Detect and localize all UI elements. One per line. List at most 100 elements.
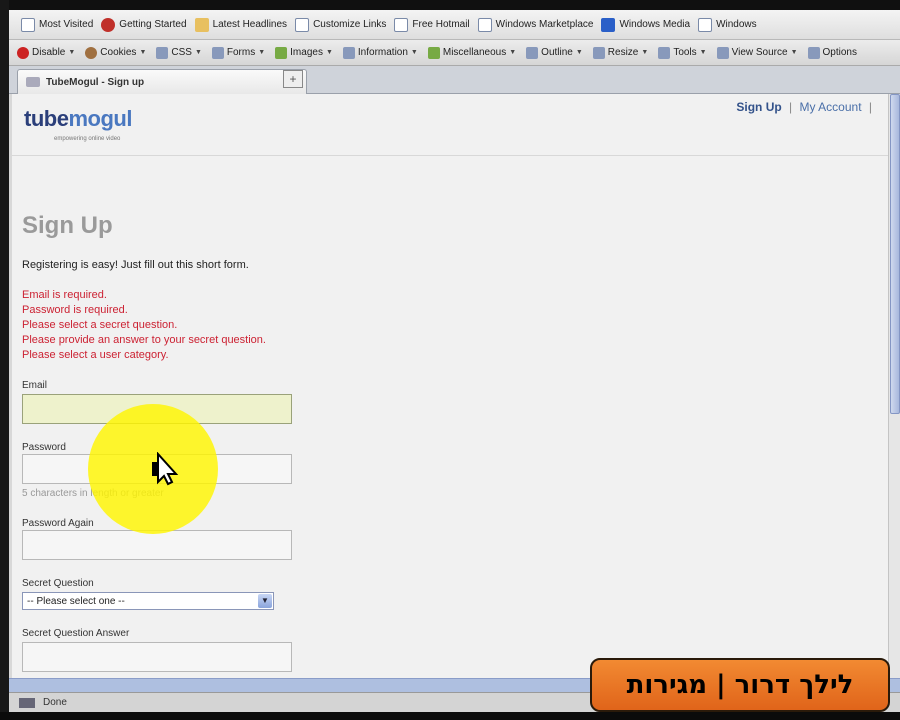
chevron-down-icon: ▼ <box>258 49 266 56</box>
devtools-label: Outline <box>541 47 573 58</box>
chevron-down-icon: ▼ <box>68 49 76 56</box>
scroll-thumb[interactable] <box>890 94 900 414</box>
forms-icon <box>211 46 224 59</box>
logo-tagline: empowering online video <box>54 136 121 142</box>
password-label: Password <box>22 442 66 453</box>
cookie-icon <box>85 46 98 59</box>
video-border-top <box>0 0 900 10</box>
page-icon <box>394 17 409 32</box>
email-label: Email <box>22 380 48 391</box>
devtools-label: CSS <box>171 47 192 58</box>
page-icon <box>477 17 492 32</box>
devtools-outline[interactable]: Outline ▼ <box>526 46 583 59</box>
logo-tube: tube <box>24 106 69 131</box>
devtools-label: Tools <box>673 47 697 58</box>
error-message: Email is required. <box>22 289 107 301</box>
bookmark-customize-links[interactable]: Customize Links <box>295 17 386 32</box>
browser-window: Most Visited Getting Started Latest Head… <box>0 0 900 720</box>
devtools-information[interactable]: Information ▼ <box>342 46 418 59</box>
chevron-down-icon: ▼ <box>641 49 649 56</box>
devtools-images[interactable]: Images ▼ <box>275 46 333 59</box>
status-text: Done <box>43 697 67 708</box>
intro-text: Registering is easy! Just fill out this … <box>22 259 249 271</box>
firefox-icon <box>101 17 116 32</box>
devtools-label: Disable <box>32 47 66 58</box>
page-icon <box>295 17 310 32</box>
bookmarks-toolbar: Most Visited Getting Started Latest Head… <box>9 10 900 40</box>
windows-media-icon <box>601 17 616 32</box>
bookmark-label: Latest Headlines <box>212 19 288 30</box>
chevron-down-icon: ▼ <box>139 49 147 56</box>
my-account-link[interactable]: My Account <box>800 100 862 114</box>
devtools-label: Images <box>290 47 323 58</box>
devtools-label: Resize <box>607 47 639 58</box>
bookmark-latest-headlines[interactable]: Latest Headlines <box>194 17 288 32</box>
sign-up-link[interactable]: Sign Up <box>736 100 781 114</box>
chevron-down-icon: ▼ <box>790 49 798 56</box>
devtools-options[interactable]: Options <box>807 46 857 59</box>
devtools-view-source[interactable]: View Source ▼ <box>716 46 798 59</box>
tab-tubemogul-signup[interactable]: TubeMogul - Sign up <box>17 69 307 94</box>
bookmark-windows-media[interactable]: Windows Media <box>601 17 690 32</box>
bookmark-windows[interactable]: Windows <box>698 17 757 32</box>
bookmark-free-hotmail[interactable]: Free Hotmail <box>394 17 470 32</box>
secret-answer-label: Secret Question Answer <box>22 628 130 639</box>
css-icon <box>156 46 169 59</box>
vertical-scrollbar[interactable] <box>888 94 900 678</box>
devtools-resize[interactable]: Resize ▼ <box>592 46 649 59</box>
chevron-down-icon: ▼ <box>509 49 517 56</box>
video-border-bottom <box>0 712 900 720</box>
devtools-tools[interactable]: Tools ▼ <box>658 46 707 59</box>
devtools-label: Options <box>822 47 857 58</box>
devtools-label: Information <box>357 47 408 58</box>
favicon-icon <box>26 77 40 87</box>
bookmark-most-visited[interactable]: Most Visited <box>21 17 93 32</box>
error-message: Please provide an answer to your secret … <box>22 334 266 346</box>
error-list: Email is required. Password is required.… <box>22 288 266 363</box>
rss-folder-icon <box>194 17 209 32</box>
view-source-icon <box>716 46 729 59</box>
page-title: Sign Up <box>22 212 113 239</box>
page-icon <box>698 17 713 32</box>
link-separator: | <box>868 100 872 114</box>
devtools-label: View Source <box>731 47 788 58</box>
web-developer-toolbar: Disable ▼ Cookies ▼ CSS ▼ Forms ▼ Images ▼ In… <box>9 40 900 66</box>
watermark-text: לילך דרור | מגירות <box>626 670 854 700</box>
devtools-miscellaneous[interactable]: Miscellaneous ▼ <box>427 46 517 59</box>
devtools-css[interactable]: CSS ▼ <box>156 46 202 59</box>
mouse-cursor-icon <box>152 452 179 486</box>
new-tab-button[interactable]: + <box>283 70 303 88</box>
error-message: Please select a user category. <box>22 349 169 361</box>
link-separator: | <box>789 100 793 114</box>
logo-wordmark: tubemogul <box>24 106 132 131</box>
information-icon <box>342 46 355 59</box>
tools-icon <box>658 46 671 59</box>
tubemogul-logo[interactable]: tubemogul empowering online video <box>24 106 132 142</box>
select-value: -- Please select one -- <box>27 595 125 607</box>
password-again-field[interactable] <box>22 530 292 560</box>
video-watermark: לילך דרור | מגירות <box>590 658 890 712</box>
page-icon <box>21 17 35 32</box>
secret-answer-field[interactable] <box>22 642 292 672</box>
images-icon <box>275 46 288 59</box>
bookmark-label: Free Hotmail <box>412 19 470 30</box>
devtools-disable[interactable]: Disable ▼ <box>17 46 76 59</box>
status-icon <box>19 697 35 708</box>
site-header: tubemogul empowering online video Sign U… <box>12 94 888 156</box>
tab-strip: TubeMogul - Sign up + <box>9 66 900 94</box>
error-message: Password is required. <box>22 304 128 316</box>
secret-question-label: Secret Question <box>22 578 94 589</box>
secret-question-select[interactable]: -- Please select one -- ▼ <box>22 592 274 610</box>
devtools-forms[interactable]: Forms ▼ <box>211 46 266 59</box>
bookmark-getting-started[interactable]: Getting Started <box>101 17 187 32</box>
disable-icon <box>17 46 29 59</box>
chevron-down-icon: ▼ <box>325 49 333 56</box>
bookmark-windows-marketplace[interactable]: Windows Marketplace <box>477 17 593 32</box>
tab-title: TubeMogul - Sign up <box>46 76 145 88</box>
chevron-down-icon: ▼ <box>194 49 202 56</box>
devtools-label: Miscellaneous <box>442 47 507 58</box>
options-icon <box>807 46 820 59</box>
error-message: Please select a secret question. <box>22 319 178 331</box>
chevron-down-icon[interactable]: ▼ <box>258 594 272 608</box>
devtools-cookies[interactable]: Cookies ▼ <box>85 46 147 59</box>
